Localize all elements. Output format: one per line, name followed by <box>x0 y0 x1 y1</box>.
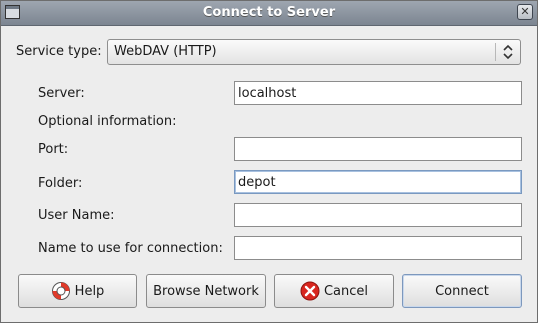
user-name-input[interactable] <box>238 205 518 225</box>
close-icon: ✕ <box>520 5 530 18</box>
folder-input[interactable] <box>238 172 518 192</box>
cancel-button[interactable]: Cancel <box>274 274 394 308</box>
cancel-icon <box>300 281 320 301</box>
port-field[interactable] <box>234 137 522 161</box>
close-button[interactable]: ✕ <box>517 4 533 20</box>
title-bar[interactable]: Connect to Server ✕ <box>1 1 537 26</box>
connect-to-server-dialog: Connect to Server ✕ Service type: WebDAV… <box>0 0 538 323</box>
up-down-arrows-icon <box>503 44 513 60</box>
server-input[interactable] <box>238 83 518 103</box>
help-button-label: Help <box>74 283 105 299</box>
combo-separator <box>495 43 496 61</box>
connect-button[interactable]: Connect <box>402 274 522 308</box>
browse-network-button-label: Browse Network <box>153 283 259 299</box>
connection-name-label: Name to use for connection: <box>38 241 223 256</box>
user-name-field[interactable] <box>234 203 522 227</box>
window-title: Connect to Server <box>202 5 336 20</box>
cancel-button-label: Cancel <box>323 283 369 299</box>
lifebuoy-icon <box>51 282 70 300</box>
service-type-value: WebDAV (HTTP) <box>114 44 217 59</box>
port-input[interactable] <box>238 139 518 159</box>
service-type-combo[interactable]: WebDAV (HTTP) <box>107 39 521 65</box>
help-button[interactable]: Help <box>18 274 137 308</box>
connect-button-label: Connect <box>435 283 489 299</box>
browse-network-button[interactable]: Browse Network <box>146 274 266 308</box>
optional-information-heading: Optional information: <box>38 114 177 129</box>
server-field[interactable] <box>234 81 522 105</box>
connection-name-field[interactable] <box>234 236 522 260</box>
user-name-label: User Name: <box>38 208 115 223</box>
port-label: Port: <box>38 142 69 157</box>
folder-field[interactable] <box>234 170 522 194</box>
service-type-label: Service type: <box>16 44 102 59</box>
connection-name-input[interactable] <box>238 238 518 258</box>
server-label: Server: <box>38 86 85 101</box>
folder-label: Folder: <box>38 176 83 191</box>
